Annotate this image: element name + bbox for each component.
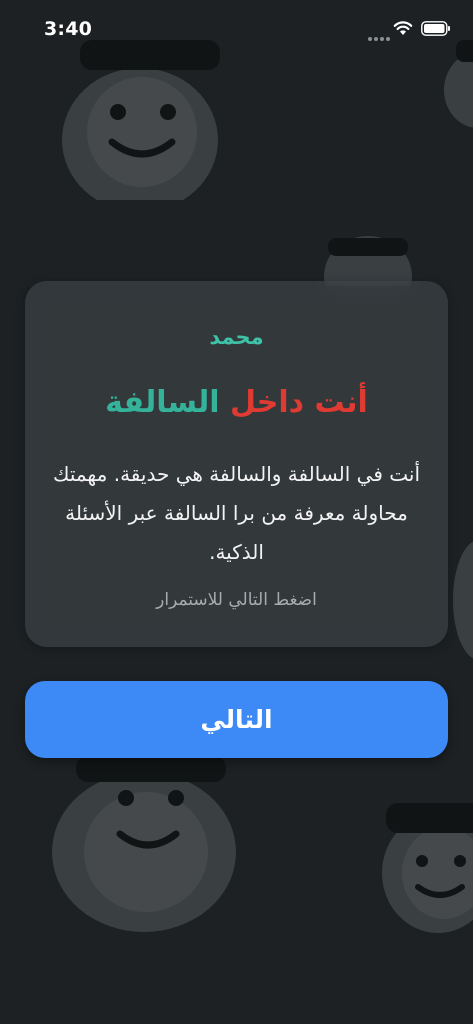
role-card: محمد أنت داخل السالفة أنت في السالفة وال… xyxy=(25,281,448,647)
role-title: أنت داخل السالفة xyxy=(25,385,448,420)
status-time: 3:40 xyxy=(44,18,93,40)
battery-icon xyxy=(421,21,451,36)
status-bar: 3:40 xyxy=(0,0,473,62)
role-title-part1: أنت داخل xyxy=(219,385,368,420)
wifi-icon xyxy=(393,20,413,36)
background-face-icon xyxy=(445,530,473,660)
background-face-icon xyxy=(378,793,473,933)
background-face-icon xyxy=(50,40,230,200)
next-button-label: التالي xyxy=(200,705,273,734)
role-title-part2: السالفة xyxy=(105,385,220,420)
background-face-icon xyxy=(320,226,415,286)
background-face-icon xyxy=(46,756,246,936)
next-button[interactable]: التالي xyxy=(25,681,448,758)
continue-hint: اضغط التالي للاستمرار xyxy=(156,590,317,610)
role-description: أنت في السالفة والسالفة هي حديقة. مهمتك … xyxy=(52,462,421,564)
player-name: محمد xyxy=(209,325,264,349)
signal-dots-icon xyxy=(368,26,392,45)
